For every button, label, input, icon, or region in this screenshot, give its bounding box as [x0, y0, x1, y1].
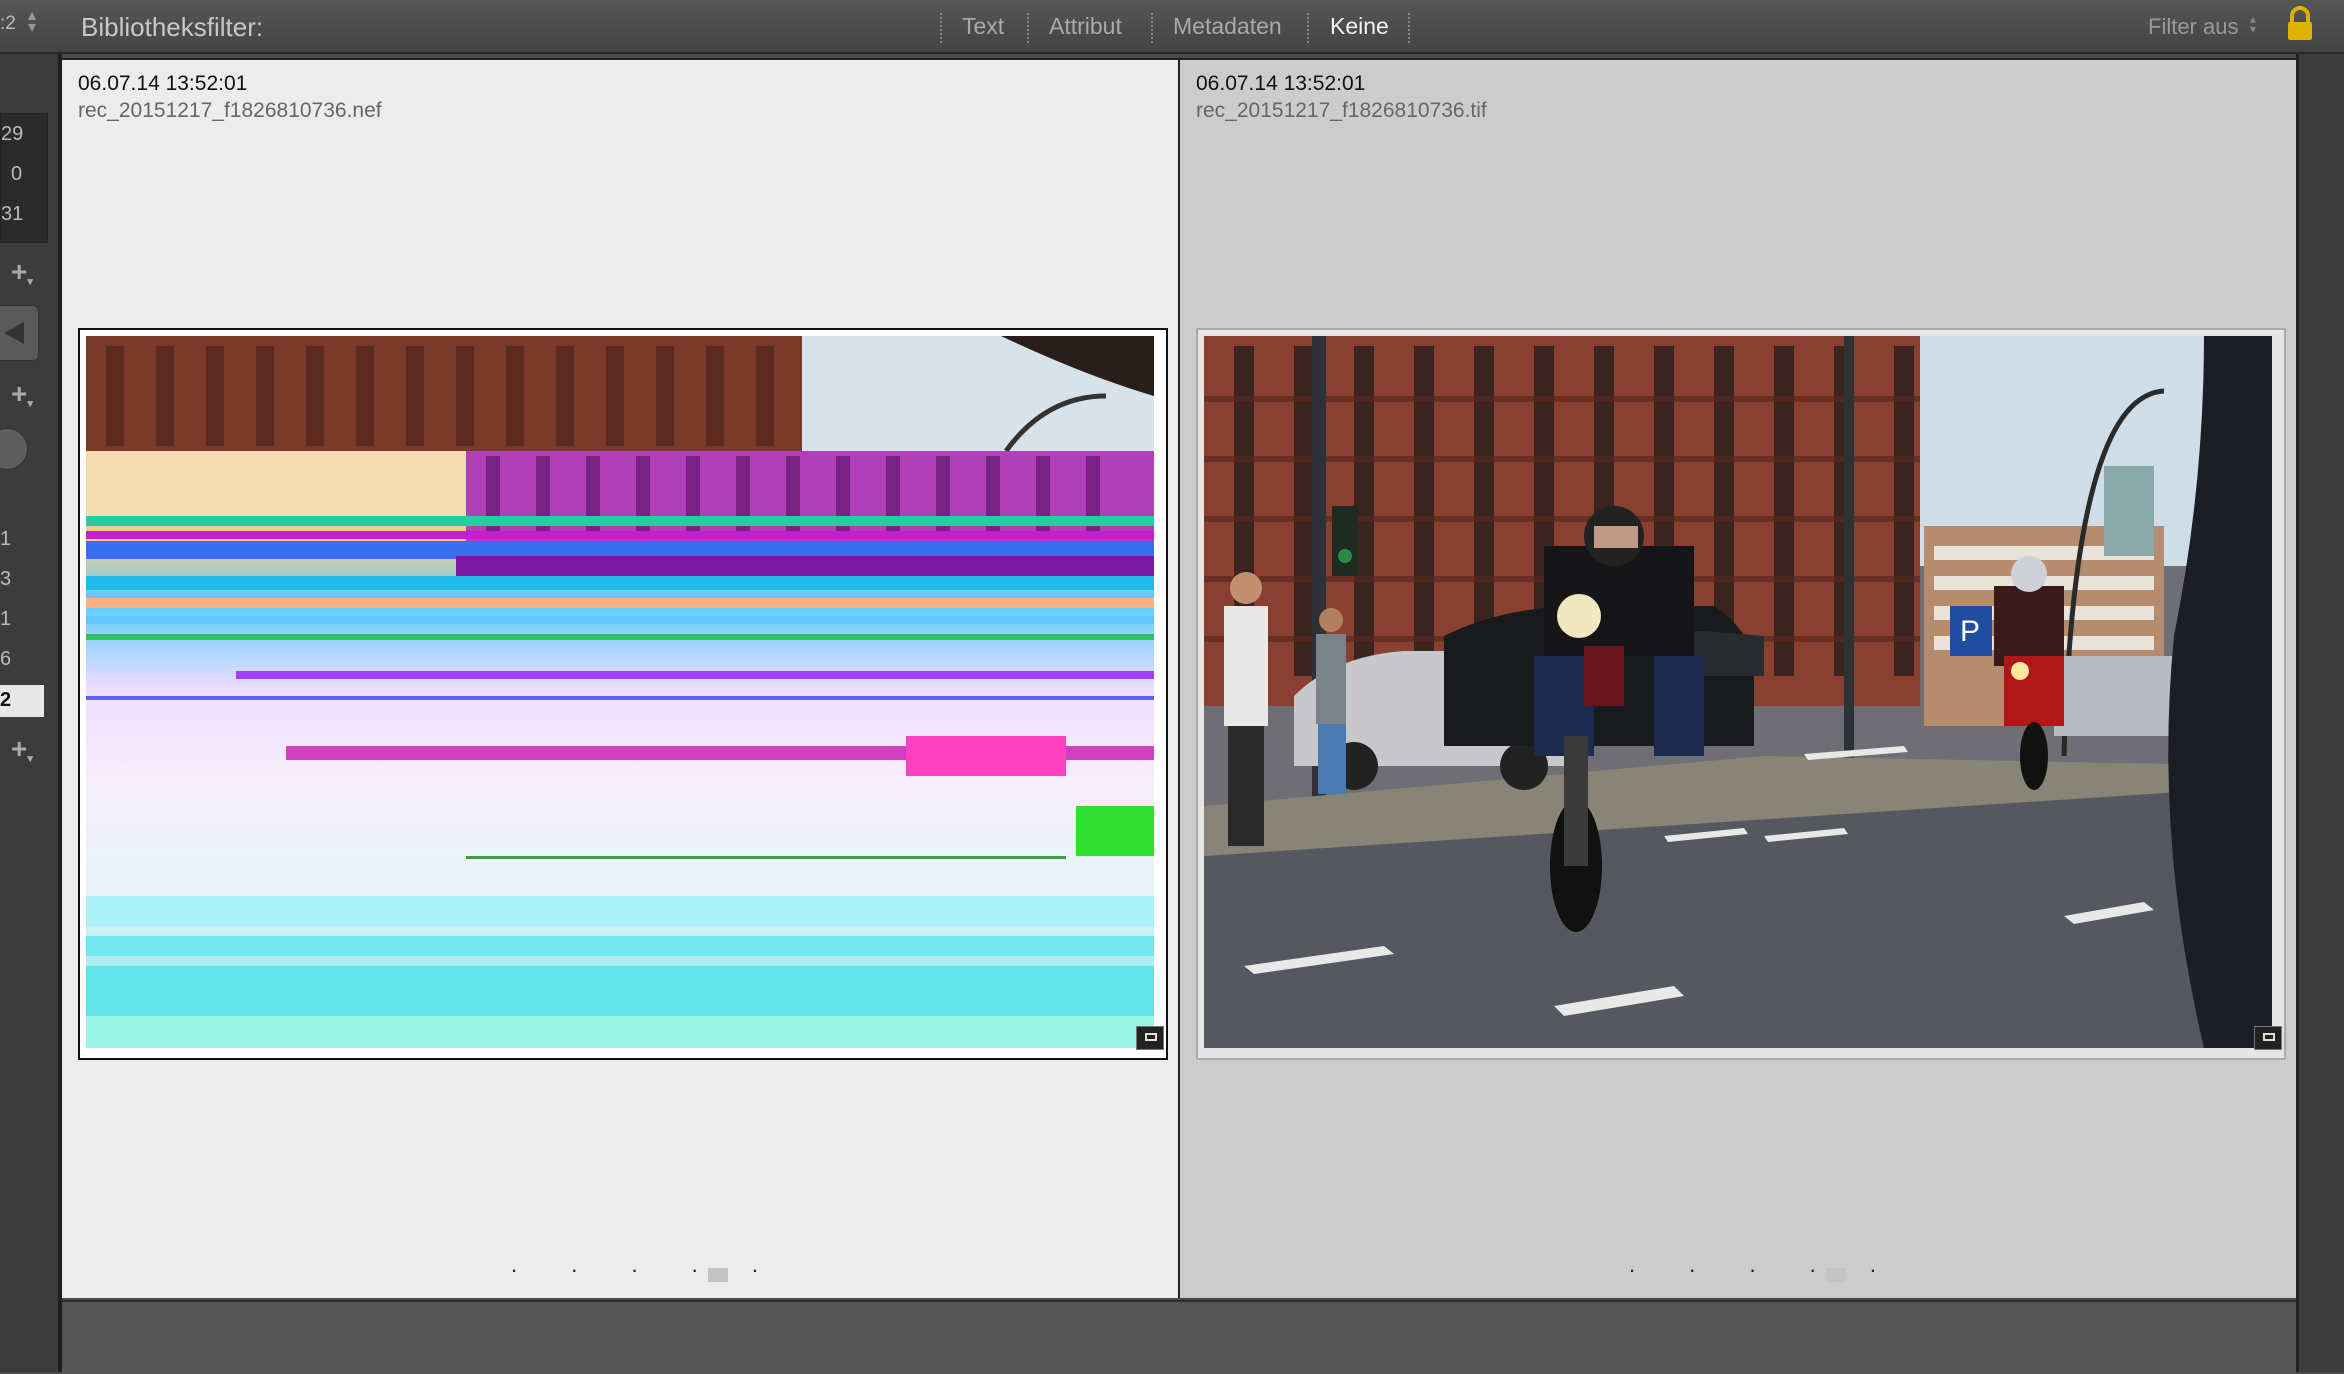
lock-icon[interactable] [2285, 6, 2315, 42]
list-number[interactable]: 1 [0, 608, 11, 631]
left-panel-counter: :2 [0, 13, 16, 34]
rating-stars[interactable]: . . . . . [1629, 1252, 1900, 1278]
count-value: 29 [1, 123, 24, 145]
badge-icon[interactable] [1136, 1026, 1164, 1050]
toolbar-bottom [62, 1300, 2296, 1374]
triangle-left-icon [4, 322, 24, 344]
stepper-icon[interactable]: ▴ ▾ [28, 8, 36, 36]
file-name: rec_20151217_f1826810736.tif [1196, 99, 1487, 122]
svg-text:P: P [1960, 615, 1980, 648]
badge-icon[interactable] [2254, 1026, 2282, 1050]
collapse-arrow-button[interactable] [0, 305, 39, 361]
tab-separator [1151, 13, 1153, 43]
tab-separator [940, 13, 942, 43]
glitch-image [86, 336, 1154, 1048]
tab-attribut[interactable]: Attribut [1049, 13, 1122, 40]
filter-preset-select[interactable]: Filter aus [2148, 14, 2238, 40]
capture-date: 06.07.14 13:52:01 [78, 72, 248, 95]
filter-bar-title: Bibliotheksfilter: [81, 12, 264, 42]
panel-divider [2296, 54, 2299, 1372]
collection-counts: 29 0 31 [0, 113, 48, 243]
plus-icon[interactable]: +▾ [11, 378, 33, 410]
list-number[interactable]: 3 [0, 568, 11, 591]
chevron-updown-icon[interactable]: ▴ ▾ [2250, 13, 2256, 35]
motorcycle-photo: P [1204, 336, 2272, 1048]
tab-text[interactable]: Text [962, 13, 1004, 40]
count-value: 31 [1, 203, 24, 225]
tab-separator [1027, 13, 1029, 43]
file-name: rec_20151217_f1826810736.nef [78, 99, 382, 122]
compare-pane-left[interactable]: 06.07.14 13:52:01 rec_20151217_f18268107… [62, 60, 1178, 1298]
list-number-selected: 2 [0, 689, 12, 711]
library-filter-bar: :2 ▴ ▾ Bibliotheksfilter: Text Attribut M… [0, 0, 2344, 54]
capture-date: 06.07.14 13:52:01 [1196, 72, 1366, 95]
tab-metadaten[interactable]: Metadaten [1173, 13, 1282, 40]
right-panel [2296, 54, 2344, 1372]
tab-separator [1408, 13, 1410, 43]
street-photo: P [1204, 336, 2272, 1048]
plus-icon[interactable]: +▾ [11, 256, 33, 288]
corrupted-photo [86, 336, 1154, 1048]
rating-stars[interactable]: . . . . . [511, 1252, 782, 1278]
compare-pane-right[interactable]: 06.07.14 13:52:01 rec_20151217_f18268107… [1180, 60, 2296, 1298]
tab-separator [1307, 13, 1309, 43]
tab-keine[interactable]: Keine [1330, 13, 1389, 40]
photo-frame[interactable]: P [1196, 328, 2286, 1060]
color-label-box[interactable] [1826, 1268, 1846, 1282]
list-number[interactable]: 6 [0, 648, 11, 671]
count-value: 0 [11, 163, 23, 185]
color-label-box[interactable] [708, 1268, 728, 1282]
selected-list-item[interactable]: 2 [0, 685, 44, 717]
plus-icon[interactable]: +▾ [11, 733, 33, 765]
photo-frame[interactable] [78, 328, 1168, 1060]
list-number[interactable]: 1 [0, 528, 11, 551]
